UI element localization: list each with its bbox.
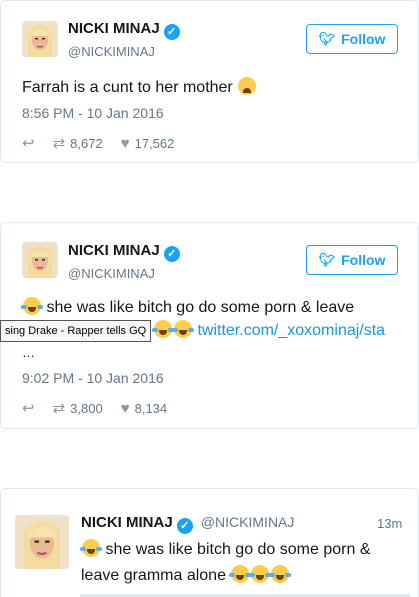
display-name-text[interactable]: NICKI MINAJ <box>68 242 160 259</box>
retweet-count: 8,672 <box>70 135 103 151</box>
face-with-tears-of-joy-icon <box>152 320 174 338</box>
display-name-text[interactable]: NICKI MINAJ <box>68 20 160 37</box>
link-tooltip: sing Drake - Rapper tells GQ <box>0 320 152 342</box>
retweet-button[interactable]: ⇄ 3,800 <box>53 399 103 417</box>
reply-icon: ↩ <box>22 400 35 417</box>
reply-button[interactable]: ↩ <box>22 134 35 152</box>
tweet-timestamp[interactable]: 9:02 PM - 10 Jan 2016 <box>22 370 164 386</box>
tweet-actions: ↩ ⇄ 3,800 ♥ 8,134 <box>22 399 185 418</box>
face-with-tears-of-joy-icon <box>269 565 292 583</box>
reply-button[interactable]: ↩ <box>22 399 35 417</box>
follow-button[interactable]: 🐦︎ Follow <box>306 24 398 54</box>
tweet-card-1: NICKI MINAJ ✓ @NICKIMINAJ 🐦︎ Follow Farrah… <box>0 0 419 163</box>
tweet-age[interactable]: 13m <box>377 516 402 531</box>
retweet-icon: ⇄ <box>52 400 66 417</box>
tweet-card-3: NICKI MINAJ ✓ @NICKIMINAJ 13m she was lik… <box>0 488 419 597</box>
follow-button[interactable]: 🐦︎ Follow <box>306 245 398 275</box>
tweet-ellipsis: … <box>22 345 35 360</box>
tweet-actions: ↩ ⇄ 8,672 ♥ 17,562 <box>22 134 192 153</box>
heart-icon: ♥ <box>120 134 130 152</box>
retweet-icon: ⇄ <box>52 135 66 152</box>
tweet-text: Farrah is a cunt to her mother <box>22 77 257 99</box>
like-button[interactable]: ♥ 8,134 <box>121 400 167 417</box>
tweet-text-line-2: twitter.com/_xoxominaj/sta <box>152 320 385 342</box>
face-with-tears-of-joy-icon <box>80 539 102 557</box>
twitter-bird-icon: 🐦︎ <box>318 31 336 46</box>
reply-icon: ↩ <box>22 135 35 152</box>
user-handle[interactable]: @NICKIMINAJ <box>201 514 295 530</box>
display-name[interactable]: NICKI MINAJ ✓ @NICKIMINAJ <box>81 514 294 534</box>
follow-label: Follow <box>341 252 386 268</box>
face-with-tears-of-joy-icon <box>21 297 43 315</box>
display-name[interactable]: NICKI MINAJ ✓ <box>68 20 180 40</box>
face-with-tears-of-joy-icon <box>229 565 252 583</box>
like-button[interactable]: ♥ 17,562 <box>121 135 175 152</box>
tweet-text-body: Farrah is a cunt to her mother <box>22 79 233 96</box>
tweet-text-line-1: she was like bitch go do some porn & lea… <box>21 297 355 319</box>
tweet-text-line-2: leave gramma alone <box>81 565 292 587</box>
tweet-text-body: she was like bitch go do some porn & lea… <box>46 299 355 316</box>
tweet-text-body: she was like bitch go do some porn & <box>105 541 371 558</box>
like-count: 17,562 <box>134 135 175 151</box>
display-name-text[interactable]: NICKI MINAJ <box>81 514 173 531</box>
tweet-text-line-1: she was like bitch go do some porn & <box>80 539 371 561</box>
heart-icon: ♥ <box>120 399 130 417</box>
user-handle[interactable]: @NICKIMINAJ <box>68 266 155 281</box>
follow-label: Follow <box>341 31 386 47</box>
avatar[interactable] <box>22 21 58 57</box>
retweet-button[interactable]: ⇄ 8,672 <box>53 134 103 152</box>
face-with-tears-of-joy-icon <box>249 565 272 583</box>
retweet-count: 3,800 <box>70 400 103 416</box>
tweet-timestamp[interactable]: 8:56 PM - 10 Jan 2016 <box>22 105 164 121</box>
avatar[interactable] <box>15 515 69 569</box>
display-name[interactable]: NICKI MINAJ ✓ <box>68 242 180 262</box>
twitter-bird-icon: 🐦︎ <box>318 252 336 267</box>
verified-badge-icon: ✓ <box>176 518 193 534</box>
weary-face-icon <box>238 77 257 95</box>
verified-badge-icon: ✓ <box>163 246 180 262</box>
face-with-tears-of-joy-icon <box>172 320 194 338</box>
tweet-link[interactable]: twitter.com/_xoxominaj/sta <box>197 322 385 339</box>
like-count: 8,134 <box>134 400 168 416</box>
user-handle[interactable]: @NICKIMINAJ <box>68 44 155 59</box>
tweet-text-body-2: leave gramma alone <box>81 567 226 584</box>
avatar[interactable] <box>22 242 58 278</box>
verified-badge-icon: ✓ <box>163 24 180 40</box>
